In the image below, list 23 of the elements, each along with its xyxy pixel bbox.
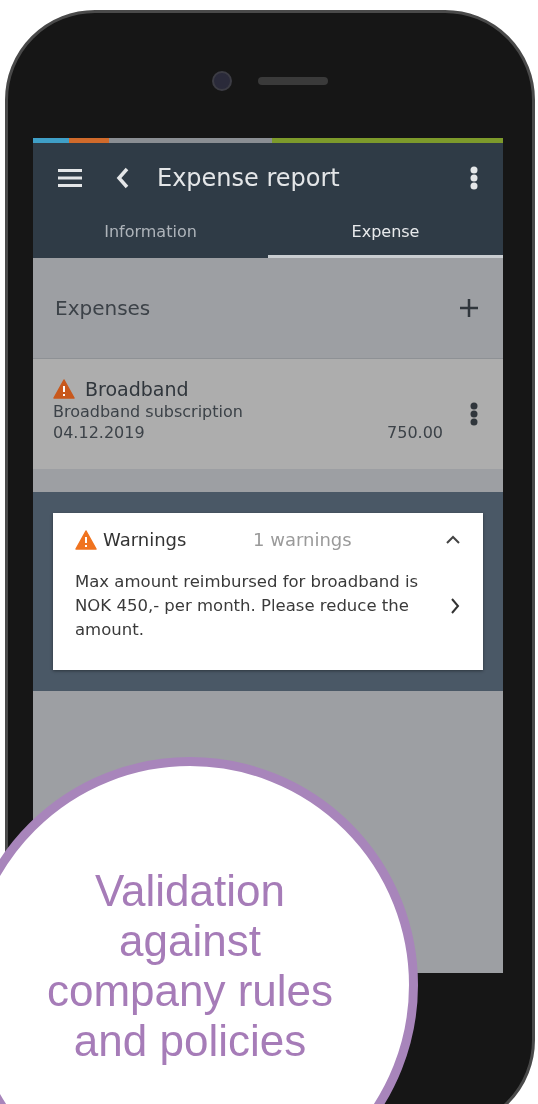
expense-date: 04.12.2019 <box>53 423 145 442</box>
expense-item[interactable]: Broadband Broadband subscription 04.12.2019 750.00 <box>33 359 503 469</box>
camera-lens <box>212 70 232 91</box>
chevron-left-icon <box>116 167 130 189</box>
tab[interactable]: Information <box>33 213 268 258</box>
expense-title: Broadband <box>85 378 189 400</box>
add-button[interactable] <box>457 296 481 320</box>
tab[interactable]: Expense <box>268 213 503 258</box>
warning-icon <box>75 529 97 550</box>
screen-title: Expense report <box>157 164 341 192</box>
warnings-count: 1 warnings <box>253 529 353 550</box>
chevron-up-icon <box>446 535 460 544</box>
menu-icon <box>58 168 82 188</box>
expense-description: Broadband subscription <box>53 402 244 421</box>
warning-icon <box>53 379 75 399</box>
warnings-title: Warnings <box>103 529 188 550</box>
callout-text: Validation against company rules and policies <box>45 866 335 1066</box>
warning-message: Max amount reimbursed for broadband is NOK 450,- per month. Please reduce the amount. <box>75 571 420 641</box>
section-title: Expenses <box>55 296 152 320</box>
expense-amount: 750.00 <box>387 423 443 442</box>
plus-icon <box>460 299 478 317</box>
speaker-grille <box>258 76 328 85</box>
chevron-right-icon <box>450 598 460 614</box>
